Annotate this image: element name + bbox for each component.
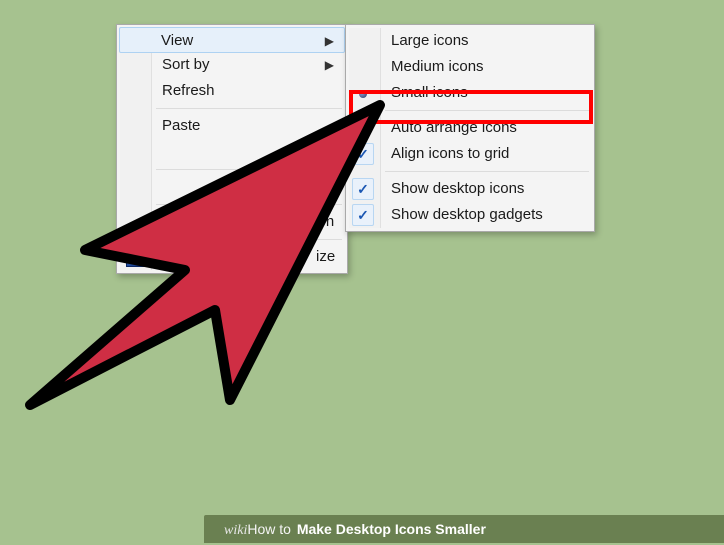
submenu-item-small-icons[interactable]: Small icons (349, 80, 591, 106)
menu-item-label: Small icons (391, 84, 468, 101)
article-title: Make Desktop Icons Smaller (297, 521, 486, 537)
view-submenu: Large icons Medium icons Small icons Aut… (345, 24, 595, 232)
menu-item-p-fragment: P (162, 244, 172, 270)
menu-item-label: Refresh (162, 82, 215, 99)
submenu-item-show-desktop-gadgets[interactable]: ✓ Show desktop gadgets (349, 202, 591, 228)
bullet-icon (359, 90, 367, 98)
submenu-item-auto-arrange[interactable]: Auto arrange icons (349, 115, 591, 141)
menu-item-label: Show desktop icons (391, 180, 524, 197)
submenu-item-align-to-grid[interactable]: ✓ Align icons to grid (349, 141, 591, 167)
menu-separator (156, 169, 342, 170)
desktop-context-menu: View ▶ Sort by ▶ Refresh Paste ▶ tion P … (116, 24, 348, 274)
check-icon: ✓ (357, 207, 369, 223)
menu-item-label: Large icons (391, 32, 469, 49)
menu-separator (156, 239, 342, 240)
menu-item-label: ize (316, 248, 335, 265)
menu-item-paste[interactable]: Paste (120, 113, 344, 139)
submenu-item-show-desktop-icons[interactable]: ✓ Show desktop icons (349, 176, 591, 202)
submenu-item-large-icons[interactable]: Large icons (349, 28, 591, 54)
menu-item-sort-by[interactable]: Sort by ▶ (120, 52, 344, 78)
checkbox-slot-checked: ✓ (352, 143, 374, 165)
menu-item-label: Auto arrange icons (391, 119, 517, 136)
wikihow-banner: wikiHow to Make Desktop Icons Smaller (204, 515, 724, 543)
submenu-arrow-icon: ▶ (325, 52, 334, 78)
menu-item-view[interactable]: View ▶ (119, 27, 345, 53)
menu-item-label (162, 178, 166, 195)
menu-item-label: Align icons to grid (391, 145, 509, 162)
menu-item-label: Sort by (162, 56, 210, 73)
menu-separator (156, 108, 342, 109)
radio-slot (352, 56, 374, 78)
checkbox-slot-checked: ✓ (352, 204, 374, 226)
check-icon: ✓ (357, 181, 369, 197)
menu-item-label: tion (310, 213, 334, 230)
menu-separator (156, 204, 342, 205)
menu-item-label: Medium icons (391, 58, 484, 75)
radio-slot-selected (352, 82, 374, 104)
menu-item-personalize[interactable]: P ize (120, 244, 344, 270)
checkbox-slot (352, 117, 374, 139)
brand-prefix: wiki (224, 523, 247, 538)
checkbox-slot-checked: ✓ (352, 178, 374, 200)
submenu-arrow-icon: ▶ (325, 28, 334, 54)
menu-item-new[interactable]: ▶ (120, 174, 344, 200)
menu-separator (385, 110, 589, 111)
menu-item-refresh[interactable]: Refresh (120, 78, 344, 104)
personalize-icon (126, 247, 146, 267)
menu-item-screen-resolution[interactable]: tion (120, 209, 344, 235)
menu-item-label: Paste (162, 117, 200, 134)
check-icon: ✓ (357, 146, 369, 162)
submenu-arrow-icon: ▶ (325, 174, 334, 200)
menu-item-label: View (161, 32, 193, 49)
radio-slot (352, 30, 374, 52)
menu-separator (385, 171, 589, 172)
brand-suffix: How to (247, 521, 291, 537)
menu-item-label: Show desktop gadgets (391, 206, 543, 223)
submenu-item-medium-icons[interactable]: Medium icons (349, 54, 591, 80)
menu-item-obscured[interactable] (120, 139, 344, 165)
